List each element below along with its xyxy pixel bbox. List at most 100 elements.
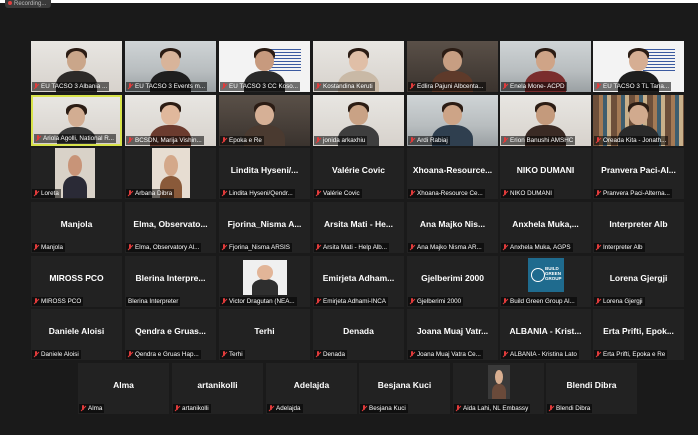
participant-name: ALBANIA - Kristina Lato [510, 351, 577, 358]
participant-tile[interactable]: Xhoana-Resource... Xhoana-Resource Ce... [407, 148, 498, 199]
participant-name: Arsita Mati - Help Alb... [323, 244, 388, 251]
participant-name: Denada [323, 351, 346, 358]
participant-tile[interactable]: Ariola Agolli, National R... [31, 95, 122, 146]
participant-name-label: Adelajda [267, 404, 303, 413]
participant-tile[interactable]: EU TACSO 3 TL Tana... [593, 41, 684, 92]
participant-name: Aida Lahi, NL Embassy [463, 405, 529, 412]
participant-tile[interactable]: Edlira Pajuni Albcenta... [407, 41, 498, 92]
participant-name: MIROSS PCO [41, 298, 82, 305]
participant-tile[interactable]: Terhi Terhi [219, 309, 310, 360]
mic-muted-icon [127, 189, 134, 197]
participant-name-label: Denada [314, 350, 348, 359]
participant-tile[interactable]: Kostandina Keruti [313, 41, 404, 92]
participant-name-label: Build Green Group Al... [501, 297, 577, 306]
profile-picture [243, 260, 287, 295]
participant-name: Elma, Observatory Al... [135, 244, 200, 251]
participant-tile[interactable]: Alma Alma [78, 363, 169, 414]
participant-tile[interactable]: Erion Banushi AMSHC [500, 95, 591, 146]
participant-name: Arbana Dibra [135, 190, 173, 197]
participant-tile[interactable]: Erta Prifti, Epok... Erta Prifti, Epoka e… [593, 309, 684, 360]
participant-tile[interactable]: Pranvera Paci-Al... Pranvera Paci-Alterna… [593, 148, 684, 199]
recording-indicator[interactable]: Recording... [5, 0, 51, 8]
participant-tile[interactable]: Daniele Aloisi Daniele Aloisi [31, 309, 122, 360]
participant-name-label: Blendi Dibra [547, 404, 593, 413]
participant-name: Interpreter Alb [603, 244, 643, 251]
participant-name: Build Green Group Al... [510, 298, 575, 305]
participant-tile[interactable]: jonida arkaxhiu [313, 95, 404, 146]
participant-name-label: Victor Dragutan (NEA... [220, 297, 297, 306]
participant-tile[interactable]: Loreta [31, 148, 122, 199]
participant-tile[interactable]: Adelajda Adelajda [266, 363, 357, 414]
mic-muted-icon [502, 297, 509, 305]
participant-tile[interactable]: Enela Mone- ACPD [500, 41, 591, 92]
participant-name-label: Emirjeta Adhami-INCA [314, 297, 388, 306]
participant-name-label: Kostandina Keruti [314, 82, 375, 91]
participant-tile[interactable]: Valérie Covic Valérie Covic [313, 148, 404, 199]
participant-tile[interactable]: Denada Denada [313, 309, 404, 360]
participant-name: Loreta [41, 190, 59, 197]
participant-tile[interactable]: BUILD GREEN GROUP Build Green Group Al... [500, 256, 591, 307]
participant-tile[interactable]: Ardi Rabiaj [407, 95, 498, 146]
mic-muted-icon [127, 136, 134, 144]
participant-name: EU TACSO 3 CC Koso... [229, 83, 299, 90]
participant-tile[interactable]: Lorena Gjergji Lorena Gjergji [593, 256, 684, 307]
participant-name-label: Ardi Rabiaj [408, 136, 450, 145]
participant-display-name: Anxhela Muka,... [512, 219, 579, 229]
mic-muted-icon [409, 350, 416, 358]
participant-tile[interactable]: Gjelberimi 2000 Gjelberimi 2000 [407, 256, 498, 307]
mic-muted-icon [33, 189, 40, 197]
participant-display-name: Besjana Kuci [377, 380, 432, 390]
participant-tile[interactable]: Qendra e Gruas... Qendra e Gruas Hap... [125, 309, 216, 360]
record-icon [8, 1, 12, 6]
participant-name: Manjola [41, 244, 64, 251]
participant-tile[interactable]: Arbana Dibra [125, 148, 216, 199]
participant-tile[interactable]: Interpreter Alb Interpreter Alb [593, 202, 684, 253]
mic-muted-icon [409, 189, 416, 197]
participant-tile[interactable]: EU TACSO 3 Events m... [125, 41, 216, 92]
mic-muted-icon [409, 82, 416, 90]
participant-tile[interactable]: Epoka e Re [219, 95, 310, 146]
participant-tile[interactable]: Joana Muaj Vatr... Joana Muaj Vatra Ce... [407, 309, 498, 360]
participant-name: Erion Banushi AMSHC [510, 137, 574, 144]
participant-tile[interactable]: Fjorina_Nisma A... Fjorina_Nisma ARSIS [219, 202, 310, 253]
mic-muted-icon [595, 350, 602, 358]
participant-name-label: NIKO DUMANI [501, 189, 554, 198]
participant-display-name: Lorena Gjergji [609, 273, 668, 283]
mic-muted-icon [80, 404, 87, 412]
participant-tile[interactable]: artanikolli artanikolli [172, 363, 263, 414]
participant-name-label: Arbana Dibra [126, 189, 175, 198]
participant-tile[interactable]: Blerina Interpre... Blerina Interpreter [125, 256, 216, 307]
mic-muted-icon [502, 350, 509, 358]
participant-name: Adelajda [276, 405, 301, 412]
mic-muted-icon [361, 404, 368, 412]
participant-display-name: Arsita Mati - He... [324, 219, 393, 229]
participant-tile[interactable]: ALBANIA - Krist... ALBANIA - Kristina Lat… [500, 309, 591, 360]
participant-tile[interactable]: Ana Majko Nis... Ana Majko Nisma AR... [407, 202, 498, 253]
participant-tile[interactable]: NIKO DUMANI NIKO DUMANI [500, 148, 591, 199]
participant-display-name: Adelajda [293, 380, 330, 390]
participant-tile[interactable]: Anxhela Muka,... Anxhela Muka, AGPS [500, 202, 591, 253]
participant-tile[interactable]: Besjana Kuci Besjana Kuci [359, 363, 450, 414]
mic-muted-icon [595, 189, 602, 197]
participant-tile[interactable]: Manjola Manjola [31, 202, 122, 253]
participant-tile[interactable]: MIROSS PCO MIROSS PCO [31, 256, 122, 307]
participant-tile[interactable]: BCSDN, Marija Vishin... [125, 95, 216, 146]
participant-tile[interactable]: EU TACSO 3 CC Koso... [219, 41, 310, 92]
participant-tile[interactable]: Lindita Hyseni/... Lindita Hyseni/Qendr..… [219, 148, 310, 199]
participant-tile[interactable]: Aida Lahi, NL Embassy [453, 363, 544, 414]
participant-name: NIKO DUMANI [510, 190, 552, 197]
mic-muted-icon [221, 136, 228, 144]
participant-tile[interactable]: Emirjeta Adham... Emirjeta Adhami-INCA [313, 256, 404, 307]
participant-tile[interactable]: Blendi Dibra Blendi Dibra [546, 363, 637, 414]
participant-tile[interactable]: Victor Dragutan (NEA... [219, 256, 310, 307]
participant-tile[interactable]: Arsita Mati - He... Arsita Mati - Help Al… [313, 202, 404, 253]
participant-tile[interactable]: EU TACSO 3 Albania ... [31, 41, 122, 92]
logo-text: BUILD GREEN GROUP [545, 266, 562, 281]
participant-tile[interactable]: Elma, Observato... Elma, Observatory Al..… [125, 202, 216, 253]
participant-name-label: MIROSS PCO [32, 297, 84, 306]
participant-name: BCSDN, Marija Vishin... [135, 137, 202, 144]
participant-tile[interactable]: Oreada Kita - Jonath... [593, 95, 684, 146]
participant-name-label: Lorena Gjergji [594, 297, 645, 306]
mic-muted-icon [595, 136, 602, 144]
participant-name: Terhi [229, 351, 243, 358]
